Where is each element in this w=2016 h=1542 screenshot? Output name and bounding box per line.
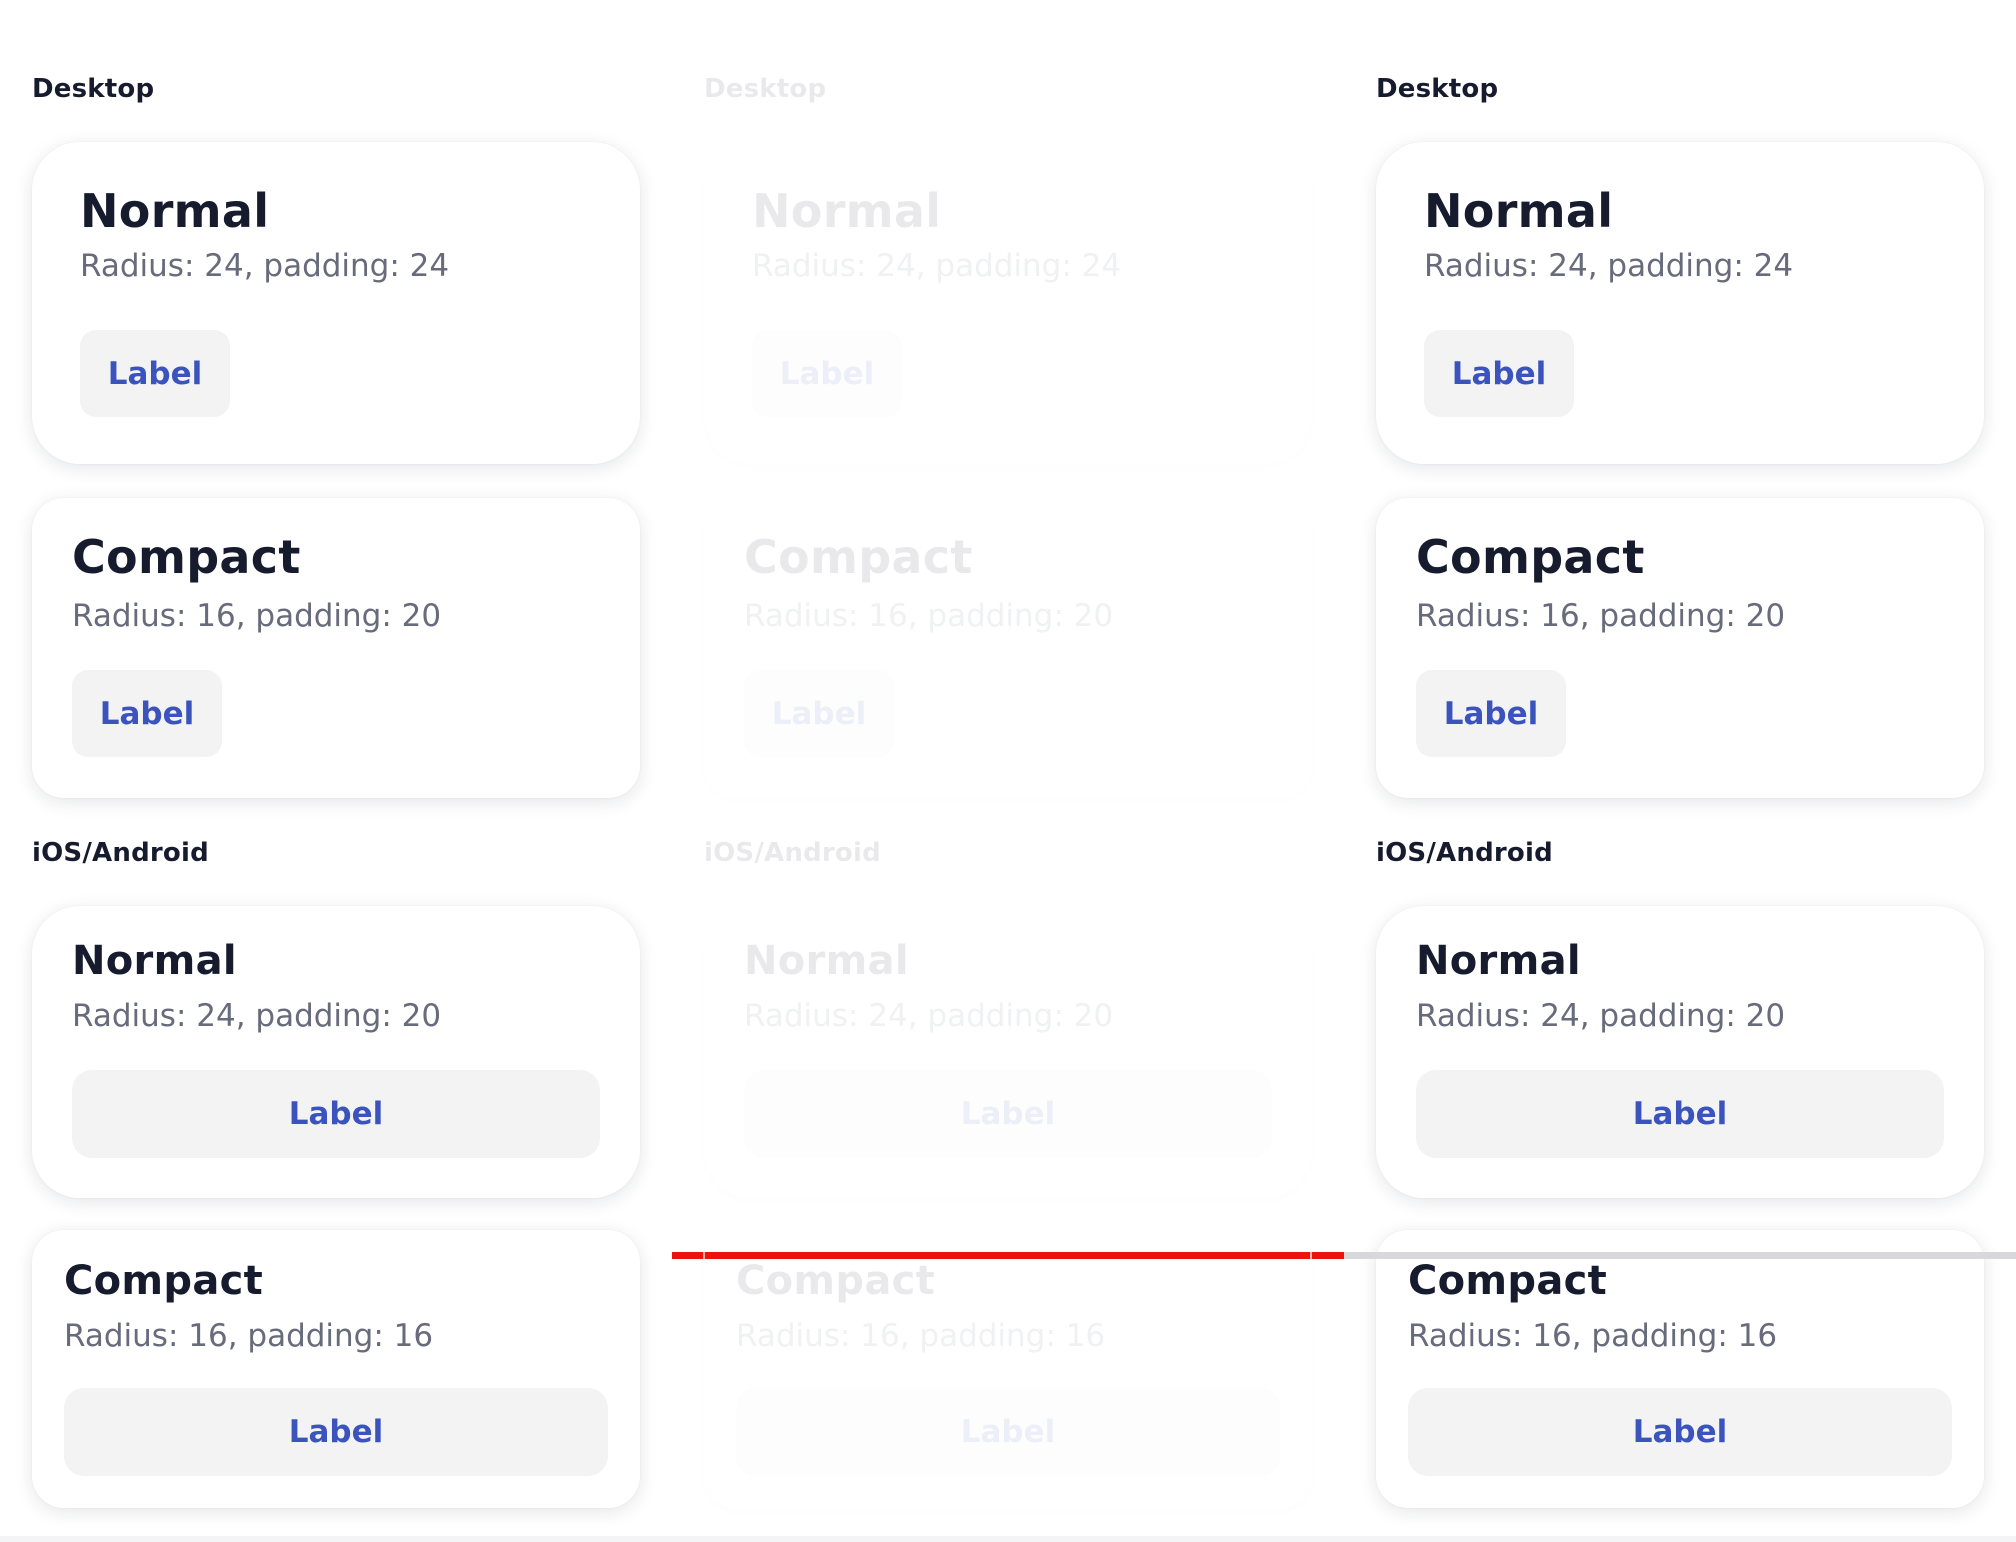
card-title: Compact (72, 530, 301, 584)
section-label-mobile: iOS/Android (32, 838, 209, 868)
card-subtitle: Radius: 16, padding: 20 (1416, 598, 1786, 634)
label-button[interactable]: Label (1416, 1070, 1944, 1158)
label-button[interactable]: Label (736, 1388, 1280, 1476)
section-label-mobile: iOS/Android (704, 838, 881, 868)
variant-column-2: Desktop Normal Radius: 24, padding: 24 L… (672, 0, 1344, 1542)
section-label-desktop: Desktop (32, 74, 155, 104)
label-button[interactable]: Label (1408, 1388, 1952, 1476)
card-desktop-normal: Normal Radius: 24, padding: 24 Label (32, 142, 640, 464)
card-desktop-compact: Compact Radius: 16, padding: 20 Label (704, 498, 1312, 798)
card-title: Normal (72, 938, 237, 984)
variant-column-3: Desktop Normal Radius: 24, padding: 24 L… (1344, 0, 2016, 1542)
divider-tick (703, 1252, 705, 1259)
card-title: Normal (1416, 938, 1581, 984)
card-subtitle: Radius: 24, padding: 24 (1424, 248, 1794, 284)
card-mobile-normal: Normal Radius: 24, padding: 20 Label (704, 906, 1312, 1198)
card-subtitle: Radius: 16, padding: 20 (72, 598, 442, 634)
card-title: Normal (1424, 184, 1614, 238)
label-button[interactable]: Label (80, 330, 230, 417)
card-title: Compact (736, 1258, 936, 1304)
label-button[interactable]: Label (72, 1070, 600, 1158)
canvas-bottom-edge (0, 1536, 2016, 1542)
label-button[interactable]: Label (744, 1070, 1272, 1158)
card-desktop-normal: Normal Radius: 24, padding: 24 Label (1376, 142, 1984, 464)
card-desktop-compact: Compact Radius: 16, padding: 20 Label (1376, 498, 1984, 798)
card-title: Compact (64, 1258, 264, 1304)
card-title: Normal (752, 184, 942, 238)
card-subtitle: Radius: 24, padding: 20 (744, 998, 1114, 1034)
section-label-desktop: Desktop (704, 74, 827, 104)
label-button[interactable]: Label (744, 670, 894, 757)
card-subtitle: Radius: 24, padding: 20 (1416, 998, 1786, 1034)
label-button[interactable]: Label (1416, 670, 1566, 757)
variant-column-1: Desktop Normal Radius: 24, padding: 24 L… (0, 0, 672, 1542)
drop-indicator-line (672, 1252, 1344, 1259)
card-desktop-normal: Normal Radius: 24, padding: 24 Label (704, 142, 1312, 464)
label-button[interactable]: Label (752, 330, 902, 417)
section-label-mobile: iOS/Android (1376, 838, 1553, 868)
card-subtitle: Radius: 16, padding: 16 (64, 1318, 434, 1354)
card-subtitle: Radius: 24, padding: 24 (752, 248, 1122, 284)
label-button[interactable]: Label (1424, 330, 1574, 417)
label-button[interactable]: Label (64, 1388, 608, 1476)
card-mobile-compact: Compact Radius: 16, padding: 16 Label (32, 1230, 640, 1508)
card-title: Compact (1408, 1258, 1608, 1304)
card-desktop-compact: Compact Radius: 16, padding: 20 Label (32, 498, 640, 798)
card-title: Normal (80, 184, 270, 238)
card-title: Compact (1416, 530, 1645, 584)
card-title: Normal (744, 938, 909, 984)
label-button[interactable]: Label (72, 670, 222, 757)
card-subtitle: Radius: 16, padding: 16 (1408, 1318, 1778, 1354)
card-subtitle: Radius: 24, padding: 24 (80, 248, 450, 284)
card-mobile-normal: Normal Radius: 24, padding: 20 Label (32, 906, 640, 1198)
card-mobile-normal: Normal Radius: 24, padding: 20 Label (1376, 906, 1984, 1198)
section-label-desktop: Desktop (1376, 74, 1499, 104)
card-subtitle: Radius: 24, padding: 20 (72, 998, 442, 1034)
card-mobile-compact: Compact Radius: 16, padding: 16 Label (1376, 1230, 1984, 1508)
card-mobile-compact: Compact Radius: 16, padding: 16 Label (704, 1230, 1312, 1508)
card-title: Compact (744, 530, 973, 584)
card-subtitle: Radius: 16, padding: 16 (736, 1318, 1106, 1354)
column-divider-line (1344, 1252, 2016, 1259)
card-subtitle: Radius: 16, padding: 20 (744, 598, 1114, 634)
divider-tick (1310, 1252, 1312, 1259)
